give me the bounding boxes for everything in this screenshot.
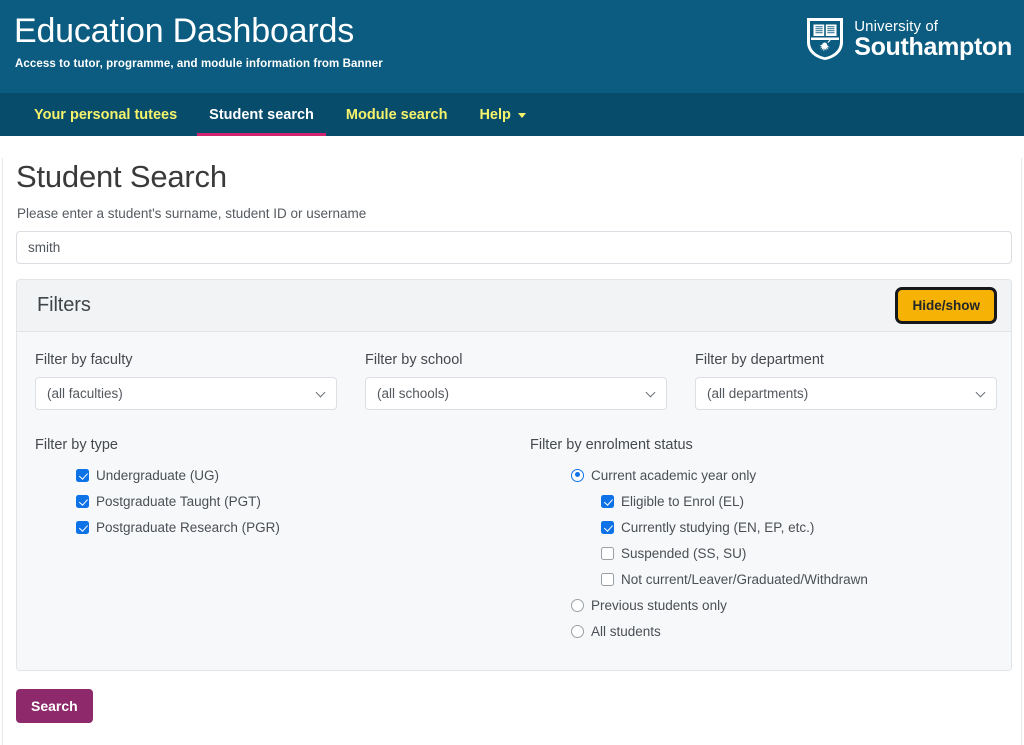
filter-type-option-pgr[interactable]: Postgraduate Research (PGR) bbox=[76, 514, 530, 540]
filter-enrolment-option-label: Suspended (SS, SU) bbox=[621, 546, 746, 561]
hide-show-filters-button[interactable]: Hide/show bbox=[898, 290, 994, 321]
filter-type-option-label: Postgraduate Research (PGR) bbox=[96, 520, 280, 535]
filter-department-value: (all departments) bbox=[707, 386, 808, 401]
filter-faculty-group: Filter by faculty (all faculties) bbox=[35, 352, 337, 410]
filter-department-group: Filter by department (all departments) bbox=[695, 352, 997, 410]
nav-item-help[interactable]: Help bbox=[467, 93, 537, 136]
nav-item-module-search[interactable]: Module search bbox=[334, 93, 460, 136]
filter-enrolment-radio-label: All students bbox=[591, 624, 661, 639]
filter-enrolment-option-label: Currently studying (EN, EP, etc.) bbox=[621, 520, 814, 535]
filter-enrolment-option-label: Not current/Leaver/Graduated/Withdrawn bbox=[621, 572, 868, 587]
radio-current-academic-year[interactable] bbox=[571, 469, 584, 482]
filter-department-label: Filter by department bbox=[695, 352, 997, 368]
filter-type-group: Filter by type Undergraduate (UG) Postgr… bbox=[35, 437, 530, 644]
radio-previous-students-only[interactable] bbox=[571, 599, 584, 612]
filter-enrolment-radio-label: Current academic year only bbox=[591, 468, 756, 483]
page-title: Student Search bbox=[16, 158, 1009, 196]
filter-enrolment-label: Filter by enrolment status bbox=[530, 437, 991, 453]
content-container: Student Search Please enter a student's … bbox=[2, 158, 1022, 745]
checkbox-not-current-leaver[interactable] bbox=[601, 573, 614, 586]
logo-line-southampton: Southampton bbox=[854, 35, 1012, 60]
student-search-input[interactable] bbox=[16, 231, 1012, 264]
filter-enrolment-option-currently-studying[interactable]: Currently studying (EN, EP, etc.) bbox=[601, 514, 991, 540]
filter-enrolment-radio-previous[interactable]: Previous students only bbox=[571, 592, 991, 618]
university-logo[interactable]: University of Southampton bbox=[805, 16, 1012, 62]
search-button[interactable]: Search bbox=[16, 689, 93, 723]
site-subtitle: Access to tutor, programme, and module i… bbox=[15, 58, 383, 70]
filter-school-group: Filter by school (all schools) bbox=[365, 352, 667, 410]
checkbox-undergraduate[interactable] bbox=[76, 469, 89, 482]
filter-enrolment-group: Filter by enrolment status Current acade… bbox=[530, 437, 991, 644]
shield-crest-icon bbox=[805, 16, 845, 62]
filter-enrolment-radio-current[interactable]: Current academic year only bbox=[571, 462, 991, 488]
checkbox-currently-studying[interactable] bbox=[601, 521, 614, 534]
site-title: Education Dashboards bbox=[14, 10, 354, 52]
filter-school-value: (all schools) bbox=[377, 386, 449, 401]
site-masthead: Education Dashboards Access to tutor, pr… bbox=[0, 0, 1024, 93]
nav-label: Module search bbox=[346, 107, 448, 123]
filter-faculty-select[interactable]: (all faculties) bbox=[35, 377, 337, 410]
filter-faculty-label: Filter by faculty bbox=[35, 352, 337, 368]
chevron-down-icon bbox=[518, 113, 526, 118]
filter-enrolment-option-not-current[interactable]: Not current/Leaver/Graduated/Withdrawn bbox=[601, 566, 991, 592]
checkbox-eligible-to-enrol[interactable] bbox=[601, 495, 614, 508]
filter-type-option-label: Undergraduate (UG) bbox=[96, 468, 219, 483]
filter-school-select[interactable]: (all schools) bbox=[365, 377, 667, 410]
nav-label: Help bbox=[479, 107, 510, 123]
filter-type-option-pgt[interactable]: Postgraduate Taught (PGT) bbox=[76, 488, 530, 514]
filter-enrolment-option-suspended[interactable]: Suspended (SS, SU) bbox=[601, 540, 991, 566]
main-navigation: Your personal tutees Student search Modu… bbox=[0, 93, 1024, 136]
filter-type-label: Filter by type bbox=[35, 437, 530, 453]
filter-options-row: Filter by type Undergraduate (UG) Postgr… bbox=[35, 437, 991, 644]
search-hint-label: Please enter a student's surname, studen… bbox=[17, 206, 1009, 221]
nav-label: Student search bbox=[209, 107, 314, 123]
filter-enrolment-option-label: Eligible to Enrol (EL) bbox=[621, 494, 744, 509]
checkbox-suspended[interactable] bbox=[601, 547, 614, 560]
checkbox-postgraduate-research[interactable] bbox=[76, 521, 89, 534]
logo-text: University of Southampton bbox=[854, 19, 1012, 60]
filters-panel-body: Filter by faculty (all faculties) Filter… bbox=[17, 332, 1011, 670]
nav-item-your-personal-tutees[interactable]: Your personal tutees bbox=[22, 93, 189, 136]
filters-panel: Filters Hide/show Filter by faculty (all… bbox=[16, 279, 1012, 671]
checkbox-postgraduate-taught[interactable] bbox=[76, 495, 89, 508]
filters-heading: Filters bbox=[37, 294, 91, 317]
filter-selects-row: Filter by faculty (all faculties) Filter… bbox=[35, 352, 991, 410]
radio-all-students[interactable] bbox=[571, 625, 584, 638]
filter-enrolment-option-el[interactable]: Eligible to Enrol (EL) bbox=[601, 488, 991, 514]
filter-enrolment-radio-all[interactable]: All students bbox=[571, 618, 991, 644]
filter-department-select[interactable]: (all departments) bbox=[695, 377, 997, 410]
filter-enrolment-radio-label: Previous students only bbox=[591, 598, 727, 613]
page-root: Education Dashboards Access to tutor, pr… bbox=[0, 0, 1024, 745]
filter-type-option-ug[interactable]: Undergraduate (UG) bbox=[76, 462, 530, 488]
filters-panel-header: Filters Hide/show bbox=[17, 280, 1011, 332]
nav-label: Your personal tutees bbox=[34, 107, 177, 123]
filter-faculty-value: (all faculties) bbox=[47, 386, 123, 401]
filter-type-option-label: Postgraduate Taught (PGT) bbox=[96, 494, 261, 509]
nav-item-student-search[interactable]: Student search bbox=[197, 93, 326, 136]
filter-school-label: Filter by school bbox=[365, 352, 667, 368]
logo-line-university: University of bbox=[854, 19, 1012, 34]
